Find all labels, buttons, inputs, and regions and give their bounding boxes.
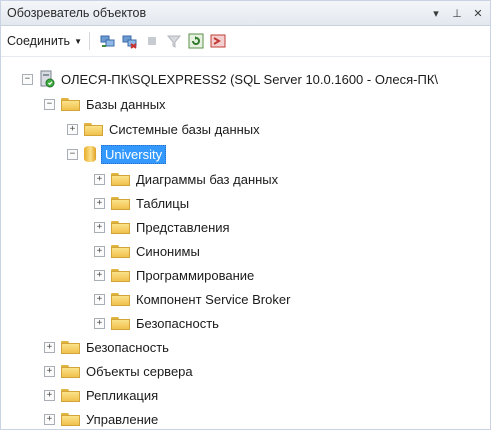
titlebar-buttons: ▾ ⊥ ✕ [430, 7, 484, 20]
databases-label: Базы данных [86, 96, 166, 112]
stop-icon[interactable] [144, 33, 160, 49]
folder-icon [61, 340, 80, 354]
folder-icon [111, 292, 130, 306]
university-label: University [101, 144, 167, 164]
folder-icon [111, 196, 130, 210]
object-explorer-panel: Обозреватель объектов ▾ ⊥ ✕ Соединить ▼ [0, 0, 491, 430]
tree-item-label: Безопасность [86, 339, 169, 355]
collapse-icon[interactable]: − [44, 98, 55, 110]
expand-icon[interactable]: + [94, 245, 105, 257]
expand-icon[interactable]: + [44, 413, 55, 425]
tree-node-tables[interactable]: + Таблицы [94, 192, 189, 214]
connect-label: Соединить [7, 34, 71, 48]
toolbar-separator [88, 32, 90, 50]
tree-node-replication[interactable]: + Репликация [44, 384, 158, 406]
tree-node-synonyms[interactable]: + Синонимы [94, 240, 200, 262]
auto-hide-pin-icon[interactable]: ⊥ [451, 7, 463, 20]
connect-object-explorer-icon[interactable] [100, 33, 116, 49]
expand-icon[interactable]: + [94, 317, 105, 329]
tree-item-label: Программирование [136, 267, 255, 283]
tree-node-db-security[interactable]: + Безопасность [94, 312, 219, 334]
panel-titlebar: Обозреватель объектов ▾ ⊥ ✕ [1, 1, 490, 26]
close-icon[interactable]: ✕ [472, 7, 484, 20]
tree-node-programmability[interactable]: + Программирование [94, 264, 254, 286]
tree-node-system-databases[interactable]: + Системные базы данных [67, 118, 260, 140]
tree-node-university[interactable]: − University [67, 143, 167, 165]
folder-icon [84, 122, 103, 136]
tree-item-label: Таблицы [136, 195, 190, 211]
tree-item-label: Диаграммы баз данных [136, 171, 279, 187]
expand-icon[interactable]: + [94, 173, 105, 185]
tree-item-label: Репликация [86, 387, 159, 403]
folder-icon [111, 316, 130, 330]
tree-item-label: Представления [136, 219, 230, 235]
expand-icon[interactable]: + [44, 365, 55, 377]
tree-node-management[interactable]: + Управление [44, 408, 159, 429]
server-label: ОЛЕСЯ-ПК\SQLEXPRESS2 (SQL Server 10.0.16… [61, 71, 439, 87]
folder-icon [111, 268, 130, 282]
tree-node-service-broker[interactable]: + Компонент Service Broker [94, 288, 290, 310]
collapse-icon[interactable]: − [22, 73, 33, 85]
collapse-icon[interactable]: − [67, 148, 78, 160]
system-databases-label: Системные базы данных [109, 121, 260, 137]
expand-icon[interactable]: + [94, 293, 105, 305]
server-icon [39, 70, 55, 88]
tree-node-server-objects[interactable]: + Объекты сервера [44, 360, 193, 382]
expand-icon[interactable]: + [94, 197, 105, 209]
folder-icon [111, 220, 130, 234]
tree-node-security[interactable]: + Безопасность [44, 336, 169, 358]
folder-icon [61, 388, 80, 402]
disconnect-icon[interactable] [122, 33, 138, 49]
tree-node-databases[interactable]: − Базы данных [44, 93, 166, 115]
tree-item-label: Компонент Service Broker [136, 291, 291, 307]
database-icon [84, 146, 96, 162]
expand-icon[interactable]: + [44, 341, 55, 353]
tree-node-db-diagrams[interactable]: + Диаграммы баз данных [94, 168, 278, 190]
expand-icon[interactable]: + [94, 221, 105, 233]
tree-node-views[interactable]: + Представления [94, 216, 230, 238]
filter-icon[interactable] [166, 33, 182, 49]
tree-node-server[interactable]: − ОЛЕСЯ-ПК\SQLEXPRESS2 (SQL Server 10.0.… [22, 68, 438, 90]
tree-item-label: Синонимы [136, 243, 200, 259]
pin-dropdown-icon[interactable]: ▾ [430, 7, 442, 20]
folder-icon [111, 244, 130, 258]
folder-icon [61, 364, 80, 378]
expand-icon[interactable]: + [44, 389, 55, 401]
object-explorer-toolbar: Соединить ▼ [1, 26, 490, 57]
expand-icon[interactable]: + [94, 269, 105, 281]
folder-icon [61, 412, 80, 426]
tree-item-label: Управление [86, 411, 159, 427]
connect-button[interactable]: Соединить ▼ [7, 34, 82, 48]
chevron-down-icon: ▼ [74, 36, 82, 46]
expand-icon[interactable]: + [67, 123, 78, 135]
folder-icon [111, 172, 130, 186]
panel-title: Обозреватель объектов [7, 6, 147, 20]
folder-icon [61, 97, 80, 111]
start-powershell-icon[interactable] [210, 33, 226, 49]
tree-item-label: Объекты сервера [86, 363, 193, 379]
tree-item-label: Безопасность [136, 315, 219, 331]
refresh-icon[interactable] [188, 33, 204, 49]
